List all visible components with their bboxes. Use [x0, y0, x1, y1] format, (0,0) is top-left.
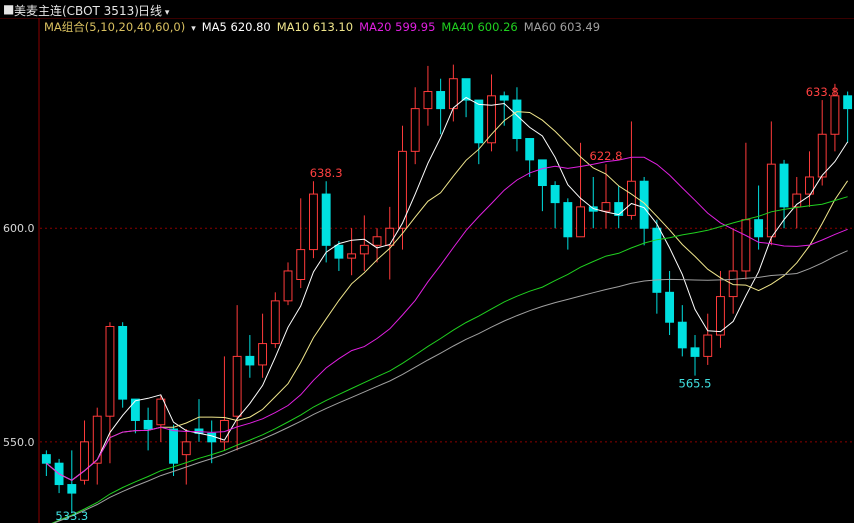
- candle-body: [576, 206, 585, 238]
- candle-body: [270, 300, 280, 345]
- ma60-line: [52, 250, 848, 523]
- candle-body: [614, 202, 624, 216]
- candle-body: [283, 270, 293, 302]
- price-annotation: 622.8: [590, 149, 623, 163]
- price-annotation: 638.3: [310, 166, 343, 180]
- candle-body: [359, 244, 369, 255]
- candle-body: [550, 185, 560, 204]
- ma10-line: [46, 111, 849, 481]
- candle-body: [639, 180, 649, 229]
- y-tick-label: 600.0: [3, 222, 35, 235]
- candle-body: [499, 95, 509, 101]
- candle-body: [169, 428, 178, 464]
- candle-body: [665, 291, 675, 323]
- candle-body: [143, 419, 153, 430]
- candle-body: [436, 91, 446, 110]
- candle-body: [309, 193, 318, 251]
- candle-body: [779, 163, 789, 208]
- candle-body: [130, 398, 140, 421]
- candle-body: [563, 202, 573, 238]
- candle-body: [448, 78, 458, 110]
- ma20-line: [46, 156, 848, 481]
- candle-body: [207, 432, 217, 443]
- candle-body: [105, 325, 115, 417]
- candle-body: [512, 99, 522, 140]
- candle-body: [728, 270, 738, 298]
- candle-body: [334, 244, 344, 259]
- candle-body: [347, 253, 357, 259]
- candle-body: [296, 249, 306, 281]
- candle-body: [703, 334, 713, 357]
- candle-body: [830, 95, 840, 135]
- candle-body: [92, 415, 102, 464]
- candle-body: [67, 484, 77, 494]
- price-annotation: 533.3: [55, 509, 88, 523]
- candle-body: [156, 398, 166, 426]
- candle-body: [245, 355, 255, 366]
- candle-body: [754, 219, 764, 238]
- candle-body: [118, 325, 128, 400]
- candle-body: [423, 91, 433, 110]
- candle-body: [410, 108, 420, 152]
- candle-body: [321, 193, 331, 246]
- candle-body: [817, 133, 827, 178]
- candle-body: [690, 347, 700, 357]
- candle-body: [80, 441, 89, 481]
- ma5-line: [46, 96, 849, 481]
- candle-body: [652, 227, 662, 293]
- candle-body: [487, 95, 496, 144]
- candle-body: [677, 321, 687, 349]
- candle-body: [41, 454, 51, 464]
- candle-body: [525, 138, 535, 161]
- candle-body: [474, 99, 484, 144]
- candlestick-chart: 600.0 550.0 638.3 622.8 565.5 633.8 533.3: [3, 18, 854, 523]
- candle-body: [232, 355, 242, 417]
- candle-body: [372, 236, 382, 246]
- price-annotation: 633.8: [806, 85, 839, 99]
- candle-body: [181, 441, 191, 456]
- candle-body: [843, 95, 853, 110]
- price-annotation: 565.5: [679, 377, 712, 391]
- candle-body: [741, 219, 751, 272]
- candle-body: [766, 163, 776, 238]
- candle-body: [385, 227, 395, 246]
- candle-body: [626, 180, 636, 216]
- candle-body: [461, 78, 471, 101]
- candle-body: [258, 343, 268, 366]
- y-tick-label: 550.0: [3, 436, 35, 449]
- candle-body: [601, 202, 611, 212]
- candle-body: [537, 159, 547, 187]
